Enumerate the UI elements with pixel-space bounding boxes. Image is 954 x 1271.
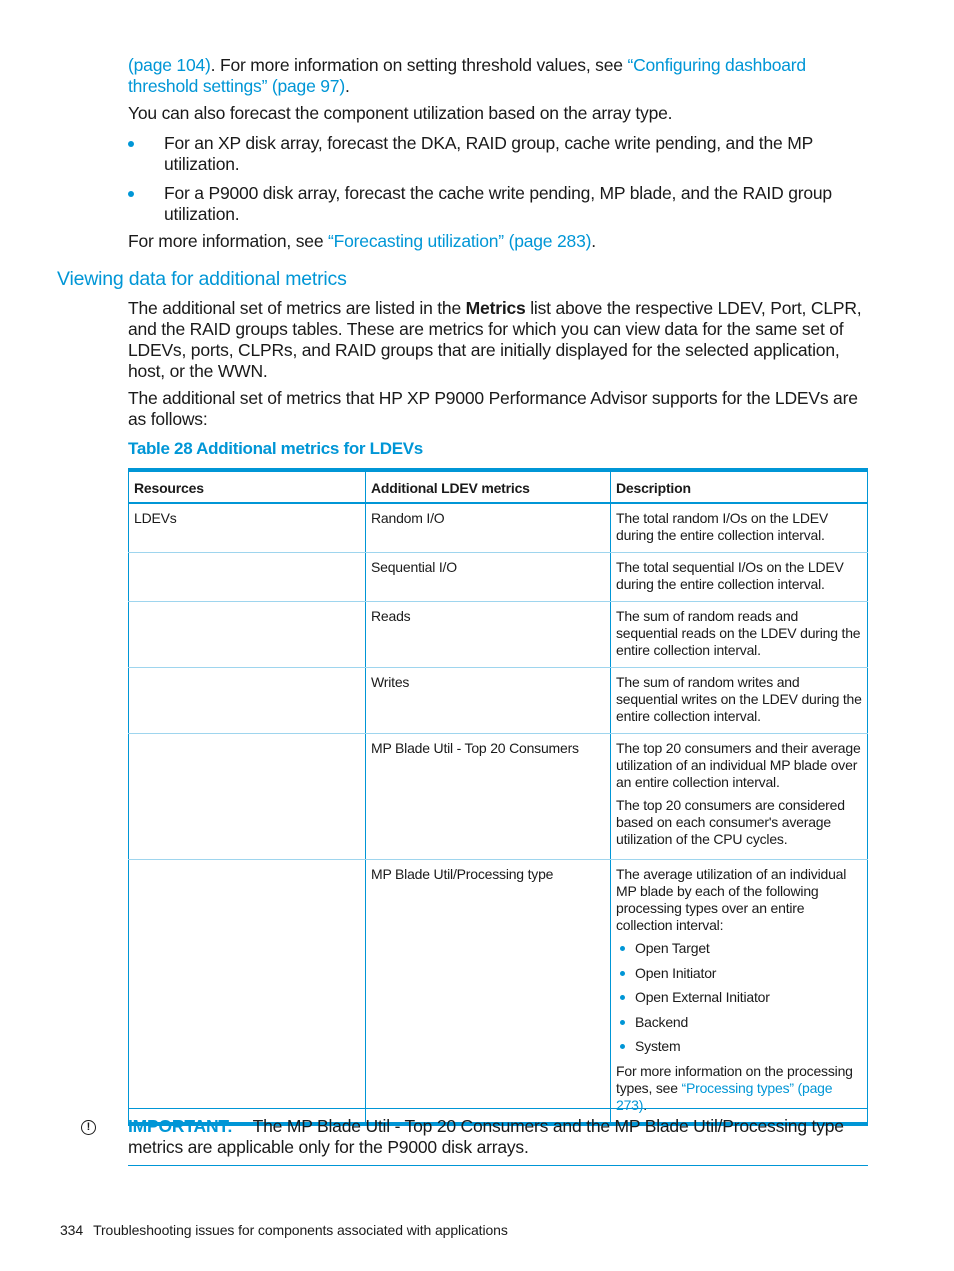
section-paragraph-1: The additional set of metrics are listed…: [128, 298, 862, 381]
processing-types-list: Open Target Open Initiator Open External…: [616, 940, 862, 1055]
forecast-paragraph: You can also forecast the component util…: [128, 103, 673, 123]
cell-description: The average utilization of an individual…: [610, 859, 868, 1124]
header-resources: Resources: [128, 470, 366, 504]
cell-resource: [128, 859, 366, 1124]
table-row: Reads The sum of random reads and sequen…: [128, 601, 868, 668]
table-row: MP Blade Util/Processing type The averag…: [128, 859, 868, 1124]
cell-resource: [128, 601, 366, 668]
cell-description: The top 20 consumers and their average u…: [610, 733, 868, 860]
table-row: MP Blade Util - Top 20 Consumers The top…: [128, 733, 868, 860]
bullet-icon: [620, 1044, 625, 1049]
page-footer: 334 Troubleshooting issues for components…: [60, 1222, 508, 1238]
exclamation-circle-icon: !: [81, 1120, 96, 1135]
cell-description: The sum of random writes and sequential …: [610, 667, 868, 734]
list-item: Backend: [616, 1014, 862, 1031]
bullet-icon: [128, 191, 134, 197]
cell-description: The total random I/Os on the LDEV during…: [610, 503, 868, 553]
section-heading: Viewing data for additional metrics: [57, 268, 347, 290]
list-item: Open External Initiator: [616, 989, 862, 1006]
cell-resource: [128, 552, 366, 602]
table-row: Writes The sum of random writes and sequ…: [128, 667, 868, 734]
cell-metric: Writes: [365, 667, 611, 734]
bullet-icon: [620, 1019, 625, 1025]
table-header-row: Resources Additional LDEV metrics Descri…: [128, 470, 868, 504]
bullet-icon: [620, 970, 625, 976]
cell-metric: Reads: [365, 601, 611, 668]
table-row: Sequential I/O The total sequential I/Os…: [128, 552, 868, 602]
cell-description: The total sequential I/Os on the LDEV du…: [610, 552, 868, 602]
cell-description: The sum of random reads and sequential r…: [610, 601, 868, 668]
cell-resource: [128, 733, 366, 860]
forecasting-utilization-link[interactable]: “Forecasting utilization” (page 283): [328, 231, 591, 251]
list-item: System: [616, 1038, 862, 1055]
table-caption: Table 28 Additional metrics for LDEVs: [128, 439, 423, 458]
bullet-icon: [620, 995, 625, 1000]
bullet-icon: [620, 946, 625, 951]
list-item: Open Target: [616, 940, 862, 957]
chapter-title: Troubleshooting issues for components as…: [93, 1222, 508, 1238]
important-note: IMPORTANT: The MP Blade Util - Top 20 Con…: [128, 1116, 844, 1157]
important-label: IMPORTANT:: [128, 1116, 233, 1136]
intro-paragraph: (page 104). For more information on sett…: [128, 55, 806, 96]
list-item: Open Initiator: [616, 965, 862, 982]
cell-metric: Sequential I/O: [365, 552, 611, 602]
bullet-icon: [128, 141, 134, 147]
cell-metric: MP Blade Util/Processing type: [365, 859, 611, 1124]
page-number: 334: [60, 1222, 84, 1238]
cell-resource: LDEVs: [128, 503, 366, 553]
header-metrics: Additional LDEV metrics: [365, 470, 611, 504]
cell-metric: MP Blade Util - Top 20 Consumers: [365, 733, 611, 860]
cell-resource: [128, 667, 366, 734]
additional-metrics-table: Resources Additional LDEV metrics Descri…: [128, 468, 868, 1126]
metrics-bold-term: Metrics: [465, 298, 526, 318]
cell-metric: Random I/O: [365, 503, 611, 553]
header-description: Description: [610, 470, 868, 504]
page-104-link[interactable]: (page 104): [128, 55, 211, 75]
table-row: LDEVs Random I/O The total random I/Os o…: [128, 503, 868, 553]
section-paragraph-2: The additional set of metrics that HP XP…: [128, 388, 858, 429]
more-info-paragraph: For more information, see “Forecasting u…: [128, 231, 596, 251]
